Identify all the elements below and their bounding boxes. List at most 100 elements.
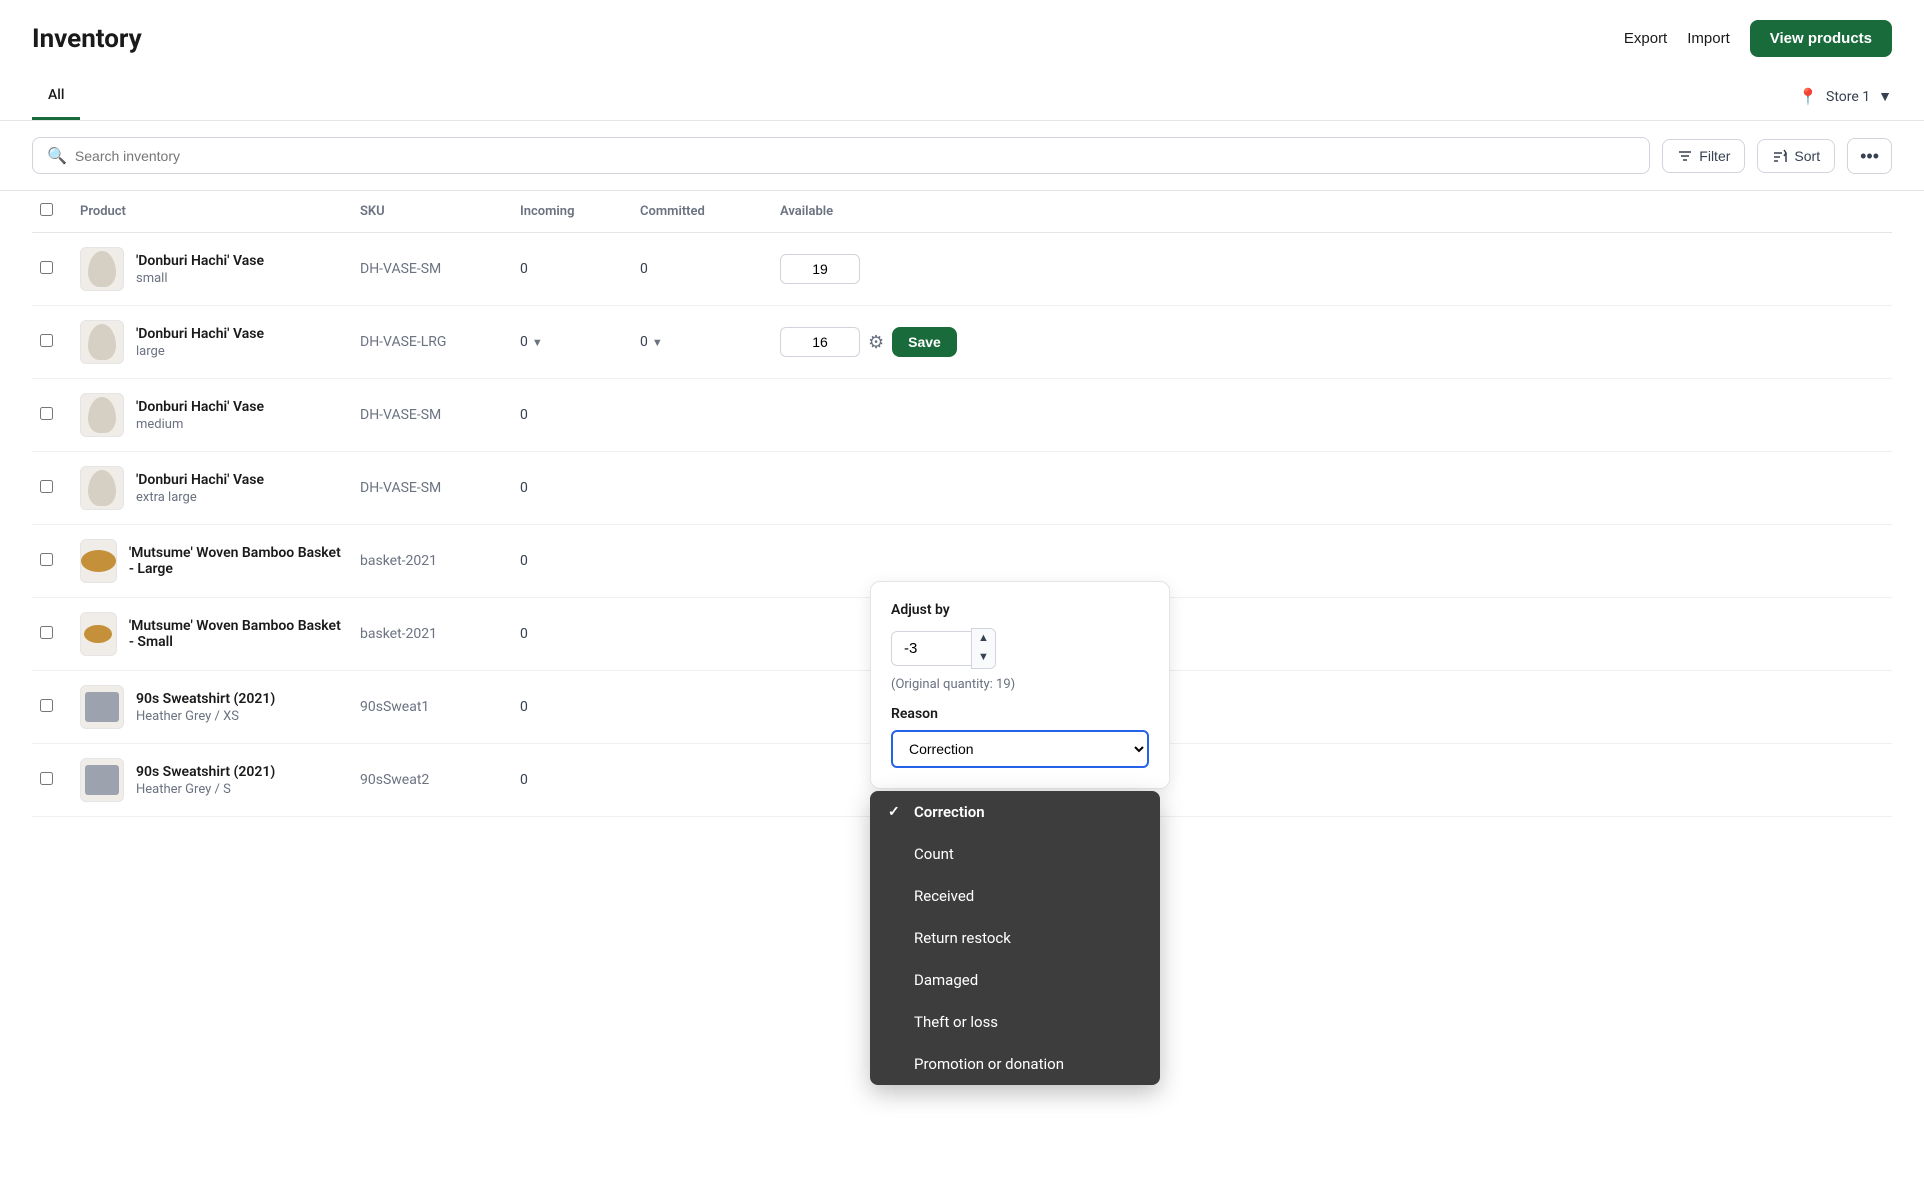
search-input[interactable] [75, 148, 1635, 164]
dropdown-item-theft_or_loss[interactable]: Theft or loss [870, 1001, 1160, 1043]
tab-all[interactable]: All [32, 73, 80, 120]
available-cell-3 [772, 379, 965, 452]
dropdown-label-correction: Correction [914, 803, 985, 821]
product-name-2: 'Donburi Hachi' Vase [136, 326, 264, 342]
row-checkbox-cell [32, 744, 72, 817]
row-checkbox-1[interactable] [40, 261, 53, 274]
row-checkbox-5[interactable] [40, 553, 53, 566]
committed-cell-5 [632, 525, 772, 598]
product-variant-8: Heather Grey / S [136, 782, 275, 797]
pin-icon: 📍 [1798, 87, 1818, 106]
save-button-2[interactable]: Save [892, 327, 957, 357]
row-checkbox-4[interactable] [40, 480, 53, 493]
col-available-header: Available [772, 191, 965, 233]
row-checkbox-cell [32, 671, 72, 744]
sku-cell-2: DH-VASE-LRG [352, 306, 512, 379]
available-input-2[interactable] [780, 327, 860, 357]
incoming-value-3: 0 [520, 407, 528, 423]
product-variant-1: small [136, 271, 264, 286]
sku-cell-8: 90sSweat2 [352, 744, 512, 817]
product-name-4: 'Donburi Hachi' Vase [136, 472, 264, 488]
committed-with-arrow: 0 ▼ [640, 334, 764, 350]
dropdown-item-promotion_or_donation[interactable]: Promotion or donation [870, 1043, 1160, 1085]
committed-cell-4 [632, 452, 772, 525]
committed-value-1: 0 [640, 261, 648, 277]
sku-value-8: 90sSweat2 [360, 772, 429, 788]
reason-dropdown: ✓ Correction Count Received Return resto… [870, 791, 1160, 1085]
dropdown-item-received[interactable]: Received [870, 875, 1160, 917]
incoming-cell-1: 0 [512, 233, 632, 306]
settings-button-2[interactable]: ⚙ [868, 332, 884, 353]
product-thumb-4 [80, 466, 124, 510]
dropdown-item-count[interactable]: Count [870, 833, 1160, 875]
col-sku-header: SKU [352, 191, 512, 233]
dropdown-item-return_restock[interactable]: Return restock [870, 917, 1160, 959]
spin-down-button[interactable]: ▼ [972, 648, 995, 667]
product-thumb-8 [80, 758, 124, 802]
product-thumb-7 [80, 685, 124, 729]
store-selector[interactable]: 📍 Store 1 ▼ [1798, 79, 1892, 114]
product-thumb-1 [80, 247, 124, 291]
row-checkbox-7[interactable] [40, 699, 53, 712]
product-info-3: 'Donburi Hachi' Vase medium [136, 399, 264, 432]
filter-button[interactable]: Filter [1662, 139, 1745, 173]
table-area: Product SKU Incoming Committed Available… [0, 191, 1924, 817]
sku-cell-1: DH-VASE-SM [352, 233, 512, 306]
available-input-1[interactable] [780, 254, 860, 284]
table-header-row: Product SKU Incoming Committed Available [32, 191, 1892, 233]
sku-cell-3: DH-VASE-SM [352, 379, 512, 452]
incoming-value-1: 0 [520, 261, 528, 277]
product-name-8: 90s Sweatshirt (2021) [136, 764, 275, 780]
dropdown-label-damaged: Damaged [914, 971, 978, 989]
sort-button[interactable]: Sort [1757, 139, 1835, 173]
col-committed-header: Committed [632, 191, 772, 233]
sku-cell-5: basket-2021 [352, 525, 512, 598]
incoming-value-4: 0 [520, 480, 528, 496]
row-checkbox-8[interactable] [40, 772, 53, 785]
committed-cell-8 [632, 744, 772, 817]
committed-cell-1: 0 [632, 233, 772, 306]
incoming-cell-5: 0 [512, 525, 632, 598]
row-checkbox-2[interactable] [40, 334, 53, 347]
product-info-4: 'Donburi Hachi' Vase extra large [136, 472, 264, 505]
import-button[interactable]: Import [1687, 30, 1730, 47]
product-thumb-6 [80, 612, 117, 656]
sku-value-7: 90sSweat1 [360, 699, 429, 715]
adjust-spinners: ▲ ▼ [971, 628, 996, 669]
top-header: Inventory Export Import View products [0, 0, 1924, 73]
committed-arrow[interactable]: ▼ [652, 336, 663, 349]
export-button[interactable]: Export [1624, 30, 1667, 47]
dropdown-item-correction[interactable]: ✓ Correction [870, 791, 1160, 833]
col-incoming-header: Incoming [512, 191, 632, 233]
product-cell-3: 'Donburi Hachi' Vase medium [72, 379, 352, 452]
row-actions-2: ⚙ Save [780, 327, 957, 357]
dropdown-label-count: Count [914, 845, 954, 863]
incoming-cell-6: 0 [512, 598, 632, 671]
view-products-button[interactable]: View products [1750, 20, 1892, 57]
select-all-checkbox[interactable] [40, 203, 53, 216]
product-variant-3: medium [136, 417, 264, 432]
tabs-bar: All 📍 Store 1 ▼ [0, 73, 1924, 121]
row-checkbox-3[interactable] [40, 407, 53, 420]
incoming-arrow[interactable]: ▼ [532, 336, 543, 349]
row-checkbox-6[interactable] [40, 626, 53, 639]
reason-select[interactable]: Correction [891, 730, 1149, 768]
available-cell-2: ⚙ Save [772, 306, 965, 379]
product-info-7: 90s Sweatshirt (2021) Heather Grey / XS [136, 691, 275, 724]
table-row: 'Donburi Hachi' Vase small DH-VASE-SM 0 … [32, 233, 1892, 306]
sku-value-3: DH-VASE-SM [360, 407, 441, 423]
sku-value-1: DH-VASE-SM [360, 261, 441, 277]
dropdown-item-damaged[interactable]: Damaged [870, 959, 1160, 1001]
original-qty-text: (Original quantity: 19) [891, 677, 1149, 692]
row-checkbox-cell [32, 233, 72, 306]
more-actions-button[interactable]: ••• [1847, 138, 1892, 174]
header-actions: Export Import View products [1624, 20, 1892, 57]
adjust-value-input[interactable] [891, 631, 971, 666]
incoming-value-5: 0 [520, 553, 528, 569]
sku-value-6: basket-2021 [360, 626, 437, 642]
product-variant-4: extra large [136, 490, 264, 505]
spin-up-button[interactable]: ▲ [972, 629, 995, 648]
incoming-with-arrow: 0 ▼ [520, 334, 624, 350]
table-row: 'Donburi Hachi' Vase extra large DH-VASE… [32, 452, 1892, 525]
product-variant-2: large [136, 344, 264, 359]
